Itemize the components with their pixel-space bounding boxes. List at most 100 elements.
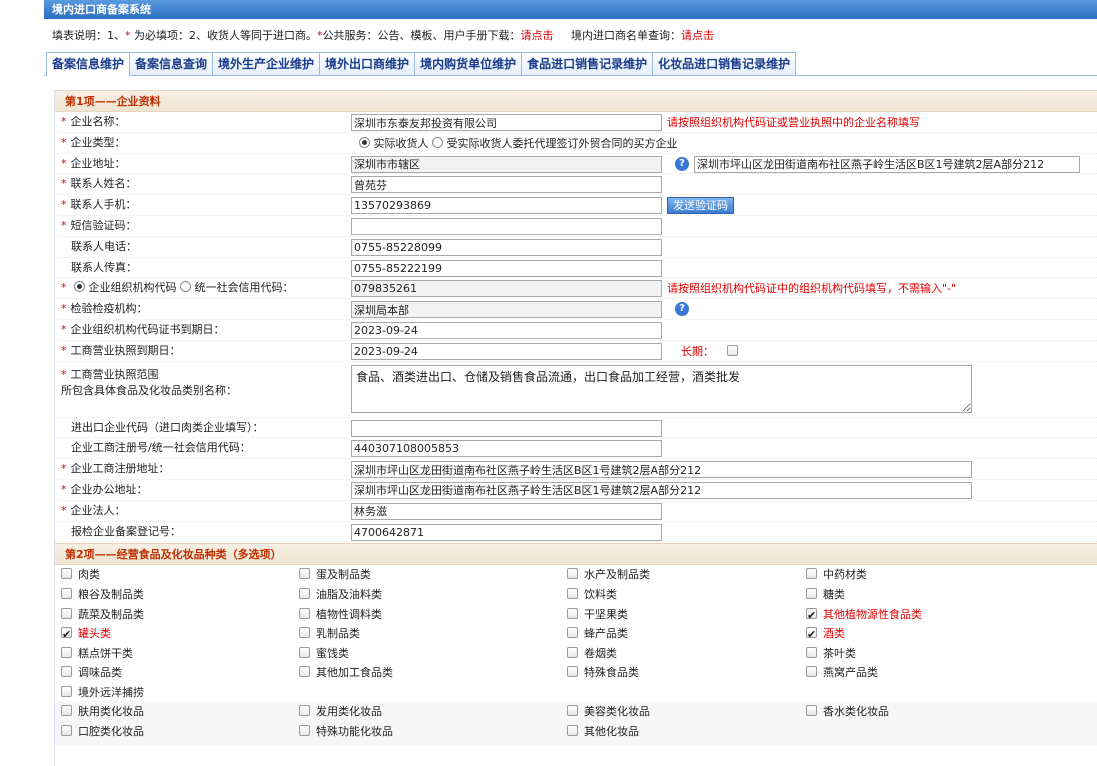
help-icon[interactable]: ? xyxy=(675,302,689,317)
category-item[interactable]: 茶叶类 xyxy=(806,644,856,664)
category-item[interactable]: 干坚果类 xyxy=(567,605,628,625)
category-item[interactable]: 发用类化妆品 xyxy=(299,702,382,722)
category-item[interactable]: 其他植物源性食品类 xyxy=(806,605,922,625)
category-checkbox[interactable] xyxy=(567,568,578,580)
ie-code-input[interactable] xyxy=(351,419,662,437)
help-icon[interactable]: ? xyxy=(675,156,689,171)
contact-name-input[interactable] xyxy=(351,176,662,194)
tab-filing-maintenance[interactable]: 备案信息维护 xyxy=(46,52,131,76)
radio-credit-code[interactable] xyxy=(180,281,191,293)
category-item[interactable]: 蜂产品类 xyxy=(567,624,628,644)
category-checkbox[interactable] xyxy=(61,705,72,717)
license-expiry-input[interactable] xyxy=(351,342,662,360)
category-item[interactable]: 肉类 xyxy=(61,565,100,585)
reg-address-input[interactable] xyxy=(351,461,972,479)
long-term-checkbox[interactable] xyxy=(727,344,738,356)
district-select[interactable] xyxy=(351,155,662,173)
radio-org-code[interactable] xyxy=(74,281,85,293)
category-checkbox[interactable] xyxy=(61,685,72,697)
category-item[interactable]: 其他加工食品类 xyxy=(299,663,393,683)
category-item[interactable]: 燕窝产品类 xyxy=(806,663,878,683)
category-checkbox[interactable] xyxy=(61,646,72,658)
category-item[interactable]: 香水类化妆品 xyxy=(806,702,889,722)
category-item[interactable]: 酒类 xyxy=(806,624,845,645)
filing-no-input[interactable] xyxy=(351,523,662,541)
category-item[interactable]: 粮谷及制品类 xyxy=(61,585,144,605)
radio-agent-buyer[interactable] xyxy=(432,136,443,148)
tab-overseas-producer[interactable]: 境外生产企业维护 xyxy=(212,52,321,75)
category-checkbox[interactable] xyxy=(299,587,310,599)
category-checkbox[interactable] xyxy=(61,625,72,645)
tab-overseas-exporter[interactable]: 境外出口商维护 xyxy=(319,52,416,75)
category-checkbox[interactable] xyxy=(567,587,578,599)
contact-phone-input[interactable] xyxy=(351,238,662,256)
download-link[interactable]: 请点击 xyxy=(521,29,554,42)
category-item[interactable]: 境外远洋捕捞 xyxy=(61,683,144,703)
category-checkbox[interactable] xyxy=(299,568,310,580)
category-checkbox[interactable] xyxy=(567,705,578,717)
category-checkbox[interactable] xyxy=(567,666,578,678)
category-item[interactable]: 美容类化妆品 xyxy=(567,702,650,722)
send-code-button[interactable]: 发送验证码 xyxy=(667,197,734,215)
radio-actual-consignee[interactable] xyxy=(359,136,370,148)
category-checkbox[interactable] xyxy=(806,625,817,645)
category-checkbox[interactable] xyxy=(567,646,578,658)
category-item[interactable]: 特殊食品类 xyxy=(567,663,639,683)
category-checkbox[interactable] xyxy=(61,587,72,599)
org-code-input[interactable] xyxy=(351,280,662,298)
category-item[interactable]: 口腔类化妆品 xyxy=(61,722,144,742)
address-detail-input[interactable] xyxy=(694,155,1080,173)
category-item[interactable]: 其他化妆品 xyxy=(567,722,639,742)
category-checkbox[interactable] xyxy=(299,666,310,678)
category-item[interactable]: 中药材类 xyxy=(806,565,867,585)
category-checkbox[interactable] xyxy=(299,724,310,736)
company-name-input[interactable] xyxy=(351,114,662,131)
category-item[interactable]: 糖类 xyxy=(806,585,845,605)
business-scope-textarea[interactable]: 食品、酒类进出口、仓储及销售食品流通，出口食品加工经营，酒类批发 xyxy=(351,364,972,413)
tab-filing-query[interactable]: 备案信息查询 xyxy=(129,52,214,75)
category-checkbox[interactable] xyxy=(806,705,817,717)
category-item[interactable]: 糕点饼干类 xyxy=(61,644,133,664)
category-item[interactable]: 卷烟类 xyxy=(567,644,617,664)
category-checkbox[interactable] xyxy=(567,724,578,736)
category-checkbox[interactable] xyxy=(299,705,310,717)
importer-query-link[interactable]: 请点击 xyxy=(681,29,714,42)
category-item[interactable]: 特殊功能化妆品 xyxy=(299,722,393,742)
org-expiry-input[interactable] xyxy=(351,321,662,339)
category-item[interactable]: 乳制品类 xyxy=(299,624,360,644)
category-checkbox[interactable] xyxy=(806,587,817,599)
inspection-select[interactable] xyxy=(351,301,662,319)
category-item[interactable]: 水产及制品类 xyxy=(567,565,650,585)
category-checkbox[interactable] xyxy=(806,568,817,580)
category-checkbox[interactable] xyxy=(806,646,817,658)
category-item[interactable]: 罐头类 xyxy=(61,624,111,645)
category-checkbox[interactable] xyxy=(61,607,72,619)
reg-no-input[interactable] xyxy=(351,440,662,458)
category-checkbox[interactable] xyxy=(61,724,72,736)
category-item[interactable]: 蛋及制品类 xyxy=(299,565,371,585)
category-checkbox[interactable] xyxy=(567,607,578,619)
category-checkbox[interactable] xyxy=(299,607,310,619)
category-checkbox[interactable] xyxy=(806,666,817,678)
office-address-input[interactable] xyxy=(351,481,972,499)
category-item[interactable]: 蔬菜及制品类 xyxy=(61,605,144,625)
tab-food-sales-record[interactable]: 食品进口销售记录维护 xyxy=(521,52,654,75)
category-item[interactable]: 调味品类 xyxy=(61,663,122,683)
category-item[interactable]: 肤用类化妆品 xyxy=(61,702,144,722)
contact-mobile-input[interactable] xyxy=(351,197,662,215)
category-item[interactable]: 油脂及油料类 xyxy=(299,585,382,605)
category-item[interactable]: 饮料类 xyxy=(567,585,617,605)
category-checkbox[interactable] xyxy=(299,627,310,639)
sms-code-input[interactable] xyxy=(351,217,662,235)
category-item[interactable]: 植物性调料类 xyxy=(299,605,382,625)
category-checkbox[interactable] xyxy=(61,666,72,678)
category-checkbox[interactable] xyxy=(61,568,72,580)
category-checkbox[interactable] xyxy=(806,606,817,625)
category-checkbox[interactable] xyxy=(567,627,578,639)
category-item[interactable]: 蜜饯类 xyxy=(299,644,349,664)
tab-cosmetics-sales-record[interactable]: 化妆品进口销售记录维护 xyxy=(652,52,797,75)
contact-fax-input[interactable] xyxy=(351,259,662,277)
category-checkbox[interactable] xyxy=(299,646,310,658)
legal-person-input[interactable] xyxy=(351,502,662,520)
tab-domestic-buyer[interactable]: 境内购货单位维护 xyxy=(414,52,523,75)
